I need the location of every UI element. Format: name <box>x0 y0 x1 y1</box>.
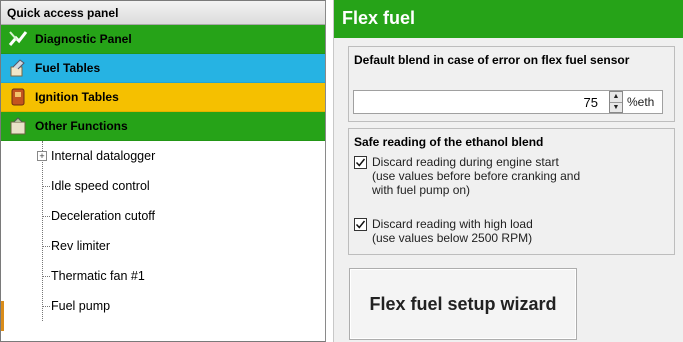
tree-item-deceleration-cutoff[interactable]: Deceleration cutoff <box>1 201 325 231</box>
option-title: Discard reading with high load <box>372 217 533 231</box>
discard-high-load-checkbox[interactable]: Discard reading with high load (use valu… <box>354 217 533 245</box>
category-fuel-tables[interactable]: Fuel Tables <box>1 54 325 83</box>
tree-connector <box>43 186 50 187</box>
stepper-up-icon[interactable]: ▲ <box>610 92 622 103</box>
expand-icon[interactable]: + <box>37 151 47 161</box>
diagnostic-icon <box>7 28 29 50</box>
stepper-down-icon[interactable]: ▼ <box>610 103 622 113</box>
tree-connector <box>43 216 50 217</box>
flex-fuel-panel: Flex fuel Default blend in case of error… <box>333 0 683 342</box>
tree-item-label: Fuel pump <box>51 299 111 313</box>
default-blend-label: Default blend in case of error on flex f… <box>354 53 630 67</box>
tree-item-internal-datalogger[interactable]: + Internal datalogger <box>1 141 325 171</box>
ignition-icon <box>7 86 29 108</box>
safe-reading-group: Safe reading of the ethanol blend Discar… <box>348 128 675 255</box>
quick-access-panel: Quick access panel Diagnostic Panel Fuel… <box>0 0 326 342</box>
blend-stepper[interactable]: ▲ ▼ <box>609 91 623 113</box>
panel-title: Flex fuel <box>334 0 683 38</box>
checkbox-checked-icon[interactable] <box>354 218 367 231</box>
quick-access-title: Quick access panel <box>1 1 325 25</box>
tree-item-label: Thermatic fan #1 <box>51 269 145 283</box>
tree-connector <box>43 246 50 247</box>
option-detail: (use values below 2500 RPM) <box>372 231 533 245</box>
checkbox-label: Discard reading with high load (use valu… <box>372 217 533 245</box>
safe-reading-label: Safe reading of the ethanol blend <box>354 135 544 149</box>
other-functions-icon <box>7 115 29 137</box>
tree-item-label: Internal datalogger <box>51 149 156 163</box>
category-label: Fuel Tables <box>35 61 101 75</box>
blend-unit: %eth <box>627 95 655 109</box>
tree-item-rev-limiter[interactable]: Rev limiter <box>1 231 325 261</box>
selection-marker <box>1 301 4 331</box>
discard-engine-start-checkbox[interactable]: Discard reading during engine start (use… <box>354 155 580 197</box>
category-ignition-tables[interactable]: Ignition Tables <box>1 83 325 112</box>
category-label: Ignition Tables <box>35 90 119 104</box>
tree-item-label: Idle speed control <box>51 179 150 193</box>
tree-item-fuel-pump[interactable]: Fuel pump <box>1 291 325 321</box>
tree-item-thermatic-fan[interactable]: Thermatic fan #1 <box>1 261 325 291</box>
checkbox-checked-icon[interactable] <box>354 156 367 169</box>
tree-item-idle-speed-control[interactable]: Idle speed control <box>1 171 325 201</box>
functions-tree: + Internal datalogger Idle speed control… <box>1 141 325 321</box>
checkbox-label: Discard reading during engine start (use… <box>372 155 580 197</box>
tree-item-label: Rev limiter <box>51 239 111 253</box>
tree-item-label: Deceleration cutoff <box>51 209 155 223</box>
fuel-icon <box>7 57 29 79</box>
option-title: Discard reading during engine start <box>372 155 559 169</box>
category-other-functions[interactable]: Other Functions <box>1 112 325 141</box>
category-diagnostic-panel[interactable]: Diagnostic Panel <box>1 25 325 54</box>
default-blend-group: Default blend in case of error on flex f… <box>348 46 675 122</box>
tree-connector <box>43 306 50 307</box>
option-detail: with fuel pump on) <box>372 183 471 197</box>
default-blend-value: 75 <box>583 94 598 110</box>
category-label: Diagnostic Panel <box>35 32 132 46</box>
option-detail: (use values before before cranking and <box>372 169 581 183</box>
flex-fuel-setup-wizard-button[interactable]: Flex fuel setup wizard <box>349 268 577 340</box>
tree-connector <box>43 276 50 277</box>
category-label: Other Functions <box>35 119 128 133</box>
